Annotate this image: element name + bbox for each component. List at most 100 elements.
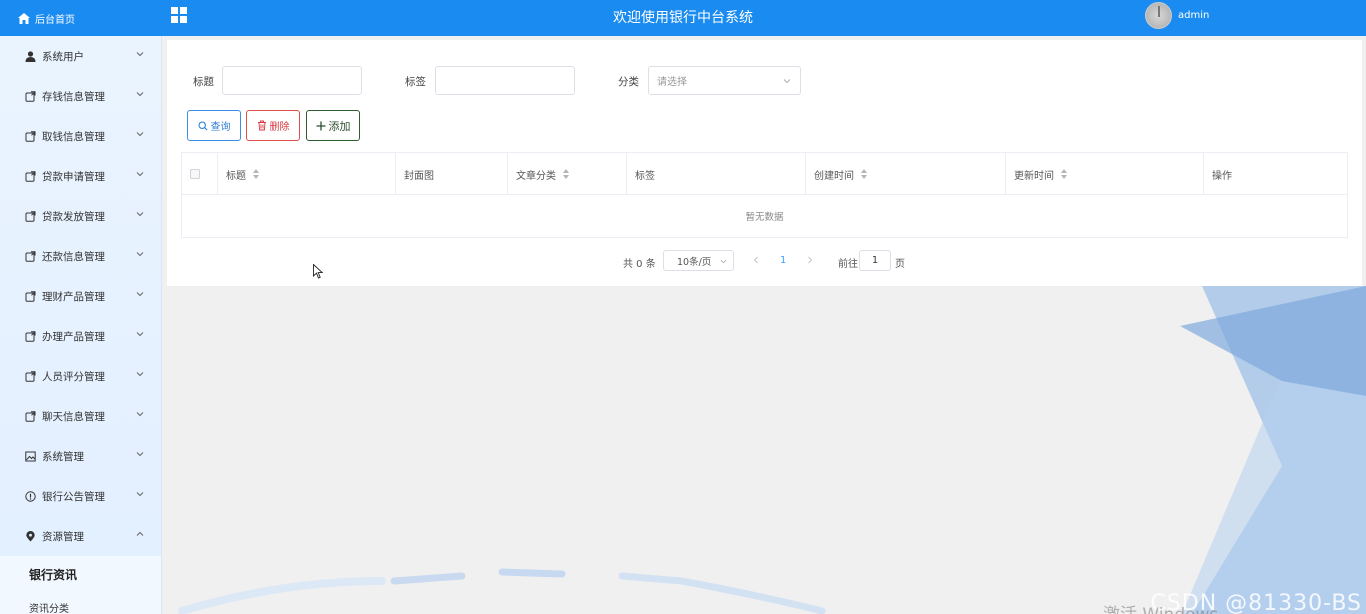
windows-activation-text: 激活 Windows — [1103, 600, 1218, 614]
export-icon — [25, 410, 36, 422]
column-category-label: 文章分类 — [516, 170, 556, 182]
current-page[interactable]: 1 — [780, 255, 786, 266]
sidebar-item-label: 资源管理 — [42, 530, 84, 543]
column-tag-label: 标签 — [635, 170, 655, 182]
sidebar-item-7[interactable]: 办理产品管理 — [0, 316, 161, 356]
main-content: 标题 标签 分类 请选择 查询 删除 添加 标题 封面图 文章分类 标签 创建时… — [162, 36, 1366, 614]
sidebar-item-label: 贷款申请管理 — [42, 170, 105, 183]
column-header-category[interactable]: 文章分类 — [508, 153, 627, 195]
sidebar-item-4[interactable]: 贷款发放管理 — [0, 196, 161, 236]
column-created-label: 创建时间 — [814, 170, 854, 182]
sidebar-item-label: 人员评分管理 — [42, 370, 105, 383]
sidebar-subitem-bank-news[interactable]: 银行资讯 — [0, 556, 161, 592]
column-updated-label: 更新时间 — [1014, 170, 1054, 182]
search-form: 标题 标签 分类 请选择 — [167, 66, 1362, 96]
column-header-updated[interactable]: 更新时间 — [1006, 153, 1204, 195]
picture-icon — [25, 451, 36, 462]
total-count: 共 0 条 — [623, 259, 656, 270]
chevron-down-icon — [136, 92, 144, 97]
sidebar-item-12[interactable]: 资源管理 — [0, 516, 161, 556]
chevron-down-icon — [136, 132, 144, 137]
category-placeholder: 请选择 — [657, 77, 687, 88]
sort-icon[interactable] — [861, 169, 867, 179]
sidebar-item-1[interactable]: 存钱信息管理 — [0, 76, 161, 116]
sort-icon[interactable] — [563, 169, 569, 179]
user-menu[interactable]: admin — [1145, 2, 1209, 29]
sidebar-item-0[interactable]: 系统用户 — [0, 36, 161, 76]
sort-icon[interactable] — [253, 169, 259, 179]
sidebar-item-10[interactable]: 系统管理 — [0, 436, 161, 476]
table-empty-text: 暂无数据 — [745, 212, 784, 223]
sidebar-item-label: 系统管理 — [42, 450, 84, 463]
username: admin — [1178, 10, 1210, 21]
title-filter-input[interactable] — [222, 66, 362, 95]
table-header: 标题 封面图 文章分类 标签 创建时间 更新时间 操作 — [182, 153, 1347, 195]
sidebar-item-label: 聊天信息管理 — [42, 410, 105, 423]
sidebar-item-label: 银行公告管理 — [42, 490, 105, 503]
column-cover-label: 封面图 — [404, 170, 434, 182]
chevron-down-icon — [136, 52, 144, 57]
search-icon — [197, 120, 207, 130]
category-select[interactable]: 请选择 — [648, 66, 801, 95]
sidebar-item-label: 存钱信息管理 — [42, 90, 105, 103]
query-button[interactable]: 查询 — [187, 110, 241, 141]
next-page-icon[interactable] — [806, 256, 814, 264]
delete-button[interactable]: 删除 — [246, 110, 300, 141]
column-header-created[interactable]: 创建时间 — [806, 153, 1006, 195]
column-header-tag: 标签 — [627, 153, 806, 195]
chevron-down-icon — [136, 452, 144, 457]
column-header-cover: 封面图 — [396, 153, 508, 195]
select-all-checkbox[interactable] — [190, 169, 200, 179]
select-all-cell — [182, 153, 218, 195]
add-button[interactable]: 添加 — [306, 110, 360, 141]
page-suffix: 页 — [895, 259, 905, 270]
tag-filter-input[interactable] — [435, 66, 575, 95]
export-icon — [25, 370, 36, 382]
user-icon — [25, 50, 36, 62]
home-label: 后台首页 — [35, 14, 75, 26]
sidebar-subitem-news-category[interactable]: 资讯分类 — [0, 592, 161, 614]
home-link[interactable]: 后台首页 — [0, 0, 162, 36]
data-table: 标题 封面图 文章分类 标签 创建时间 更新时间 操作 暂无数据 — [181, 152, 1348, 238]
chevron-down-icon — [783, 79, 791, 84]
plus-icon — [316, 121, 325, 130]
sidebar-item-label: 系统用户 — [42, 50, 84, 63]
chevron-down-icon — [136, 412, 144, 417]
goto-page-input[interactable]: 1 — [859, 250, 891, 271]
sidebar-item-11[interactable]: 银行公告管理 — [0, 476, 161, 516]
chevron-down-icon — [136, 292, 144, 297]
column-header-actions: 操作 — [1204, 153, 1347, 195]
trash-icon — [257, 120, 266, 131]
sidebar-item-8[interactable]: 人员评分管理 — [0, 356, 161, 396]
location-icon — [25, 530, 36, 542]
chevron-down-icon — [136, 172, 144, 177]
delete-label: 删除 — [269, 122, 290, 133]
sidebar-item-6[interactable]: 理财产品管理 — [0, 276, 161, 316]
sidebar-item-9[interactable]: 聊天信息管理 — [0, 396, 161, 436]
top-header: 后台首页 欢迎使用银行中台系统 admin — [0, 0, 1366, 36]
content-panel: 标题 标签 分类 请选择 查询 删除 添加 标题 封面图 文章分类 标签 创建时… — [167, 40, 1362, 286]
export-icon — [25, 250, 36, 262]
column-header-title[interactable]: 标题 — [218, 153, 396, 195]
avatar[interactable] — [1145, 2, 1172, 29]
chevron-down-icon — [136, 492, 144, 497]
menu-grid-icon[interactable] — [171, 7, 187, 23]
sidebar-item-label: 还款信息管理 — [42, 250, 105, 263]
export-icon — [25, 90, 36, 102]
page-size-select[interactable]: 10条/页 — [663, 250, 734, 271]
chevron-down-icon — [136, 252, 144, 257]
column-title-label: 标题 — [226, 170, 246, 182]
category-filter-label: 分类 — [618, 76, 639, 88]
tag-filter-label: 标签 — [405, 76, 426, 88]
chevron-down-icon — [136, 372, 144, 377]
sidebar-item-3[interactable]: 贷款申请管理 — [0, 156, 161, 196]
sidebar-item-label: 贷款发放管理 — [42, 210, 105, 223]
chevron-up-icon — [136, 531, 144, 536]
sidebar-item-5[interactable]: 还款信息管理 — [0, 236, 161, 276]
info-circle-icon — [25, 490, 36, 502]
export-icon — [25, 330, 36, 342]
column-actions-label: 操作 — [1212, 170, 1232, 182]
sort-icon[interactable] — [1061, 169, 1067, 179]
prev-page-icon[interactable] — [752, 256, 760, 264]
sidebar-item-2[interactable]: 取钱信息管理 — [0, 116, 161, 156]
